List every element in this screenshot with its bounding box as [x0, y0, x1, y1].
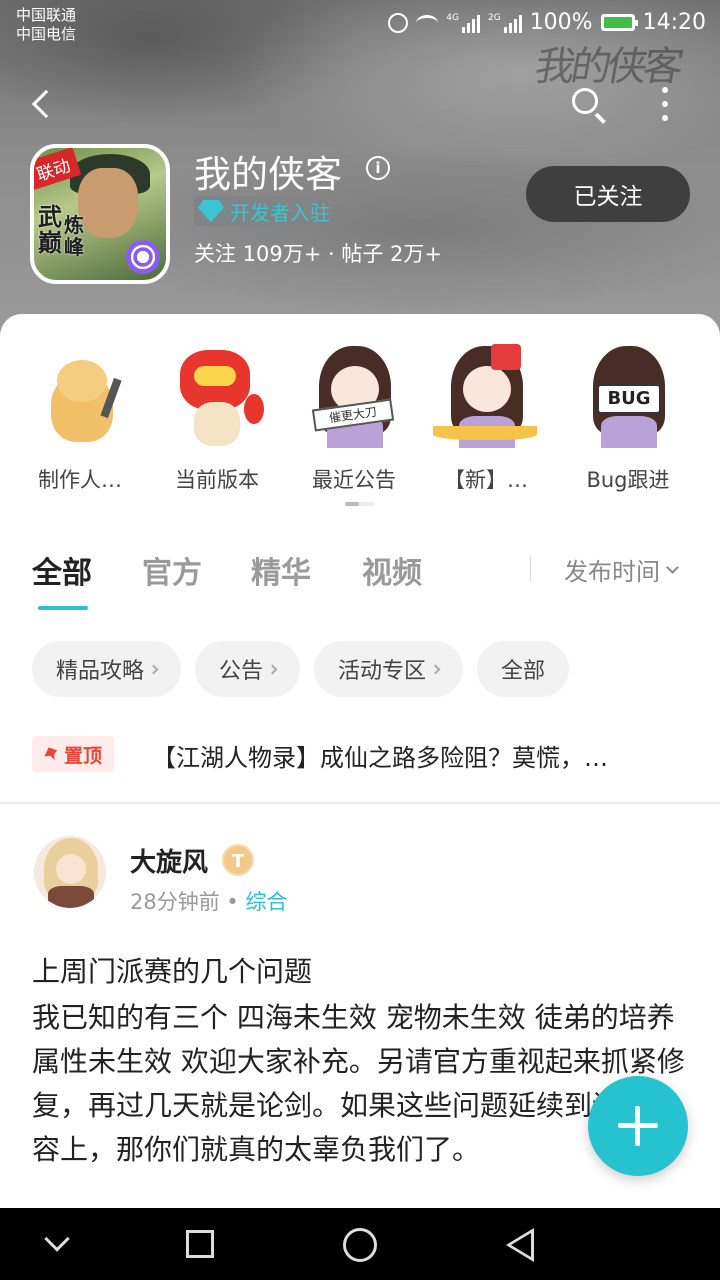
post-meta: 28分钟前 • 综合: [130, 886, 288, 916]
recent-apps-icon[interactable]: [186, 1230, 214, 1258]
author-name[interactable]: 大旋风: [130, 842, 208, 879]
sort-label: 发布时间: [564, 558, 660, 586]
tab-underline: [38, 606, 88, 610]
pin-badge: 置顶: [32, 736, 115, 772]
tab-all[interactable]: 全部: [32, 548, 92, 592]
girl-bug-image: BUG: [575, 344, 681, 450]
search-icon: [572, 88, 598, 114]
divider: [530, 556, 531, 582]
sort-dropdown[interactable]: 发布时间: [564, 552, 679, 587]
carousel-indicator: [345, 502, 375, 506]
signal-4g-icon: 4G: [446, 13, 480, 33]
bug-sign-text: BUG: [597, 384, 661, 414]
quick-entries: 制作人… 当前版本 催更大刀 最近公告 【新】… BUG Bug跟进: [0, 314, 720, 522]
chip-events[interactable]: 活动专区: [314, 641, 464, 697]
entry-announcements[interactable]: 催更大刀 最近公告: [296, 344, 412, 494]
developer-badge[interactable]: 开发者入驻: [194, 196, 344, 226]
avatar[interactable]: [34, 836, 106, 908]
carrier-2: 中国电信: [16, 25, 77, 43]
battery-percent: 100%: [529, 10, 593, 35]
more-options-button[interactable]: [650, 84, 680, 124]
filter-chips: 精品攻略 公告 活动专区 全部: [32, 641, 570, 697]
entry-label: 制作人…: [38, 468, 122, 492]
meta-dot: •: [226, 890, 239, 914]
post-title[interactable]: 上周门派赛的几个问题: [32, 950, 312, 990]
chip-label: 精品攻略: [56, 659, 145, 684]
pin-icon: [42, 745, 60, 763]
entry-producer[interactable]: 制作人…: [22, 344, 138, 494]
game-icon: 联动 武巅 炼峰: [30, 144, 170, 284]
alarm-icon: [388, 12, 409, 33]
back-triangle-icon[interactable]: [506, 1228, 534, 1262]
hide-nav-icon[interactable]: [44, 1226, 70, 1252]
platform-logo-icon: [126, 240, 160, 274]
status-bar: 中国联通 中国电信 4G 2G 100% 14:20: [0, 0, 720, 48]
chip-label: 活动专区: [338, 659, 427, 684]
pinned-title: 【江湖人物录】成仙之路多险阻？莫慌，…: [152, 744, 608, 772]
follow-post-stats: 关注 109万+ · 帖子 2万+: [194, 242, 443, 266]
screen: 我的侠客 中国联通 中国电信 4G 2G 100% 14:20 联动 武巅 炼峰…: [0, 0, 720, 1280]
search-button[interactable]: [566, 82, 612, 128]
tab-video[interactable]: 视频: [362, 548, 422, 592]
chevron-right-icon: [267, 664, 278, 674]
entry-new[interactable]: 【新】…: [428, 344, 544, 494]
lion-dance-image: [164, 344, 270, 450]
chip-label: 公告: [219, 659, 264, 684]
entry-current-version[interactable]: 当前版本: [159, 344, 275, 494]
entry-bug-tracking[interactable]: BUG Bug跟进: [570, 344, 686, 494]
chip-label: 全部: [501, 659, 546, 684]
level-badge-icon: T: [222, 844, 254, 876]
system-nav-bar: [0, 1208, 720, 1280]
entry-label: 【新】…: [444, 468, 528, 492]
chevron-down-icon: [666, 560, 679, 574]
chip-all[interactable]: 全部: [477, 641, 570, 697]
follow-button[interactable]: 已关注: [526, 166, 690, 222]
diamond-icon: [198, 200, 224, 222]
chevron-right-icon: [148, 664, 159, 674]
post-time: 28分钟前: [130, 890, 220, 914]
chip-notices[interactable]: 公告: [195, 641, 301, 697]
status-icons: 4G 2G 100% 14:20: [388, 10, 706, 35]
wifi-icon: [416, 14, 439, 31]
entry-label: Bug跟进: [586, 468, 670, 492]
shiba-dog-image: [27, 344, 133, 450]
chip-guides[interactable]: 精品攻略: [32, 641, 182, 697]
tab-featured[interactable]: 精华: [251, 548, 311, 592]
developer-badge-label: 开发者入驻: [230, 200, 330, 225]
girl-envelope-image: [433, 344, 539, 450]
back-arrow-icon: [31, 89, 61, 119]
home-icon[interactable]: [343, 1228, 377, 1262]
tab-official[interactable]: 官方: [142, 548, 202, 592]
entry-label: 最近公告: [312, 468, 396, 492]
back-button[interactable]: [22, 84, 66, 128]
signal-2g-icon: 2G: [488, 13, 522, 33]
girl-sign-image: 催更大刀: [301, 344, 407, 450]
game-title: 我的侠客: [194, 153, 342, 196]
new-post-button[interactable]: [588, 1076, 688, 1176]
post-category[interactable]: 综合: [246, 890, 288, 914]
carrier-1: 中国联通: [16, 6, 77, 24]
chevron-right-icon: [430, 664, 441, 674]
entry-label: 当前版本: [175, 468, 259, 492]
info-icon[interactable]: i: [366, 156, 390, 180]
battery-icon: [600, 14, 638, 31]
pin-label: 置顶: [64, 744, 103, 767]
carrier-info: 中国联通 中国电信: [16, 6, 76, 44]
content-tabs: 全部 官方 精华 视频 发布时间: [0, 522, 720, 620]
icon-text-2: 炼峰: [64, 213, 84, 259]
pinned-post[interactable]: 置顶 【江湖人物录】成仙之路多险阻？莫慌，…: [0, 714, 720, 804]
game-header: 我的侠客 中国联通 中国电信 4G 2G 100% 14:20 联动 武巅 炼峰…: [0, 0, 720, 340]
clock: 14:20: [642, 10, 706, 35]
